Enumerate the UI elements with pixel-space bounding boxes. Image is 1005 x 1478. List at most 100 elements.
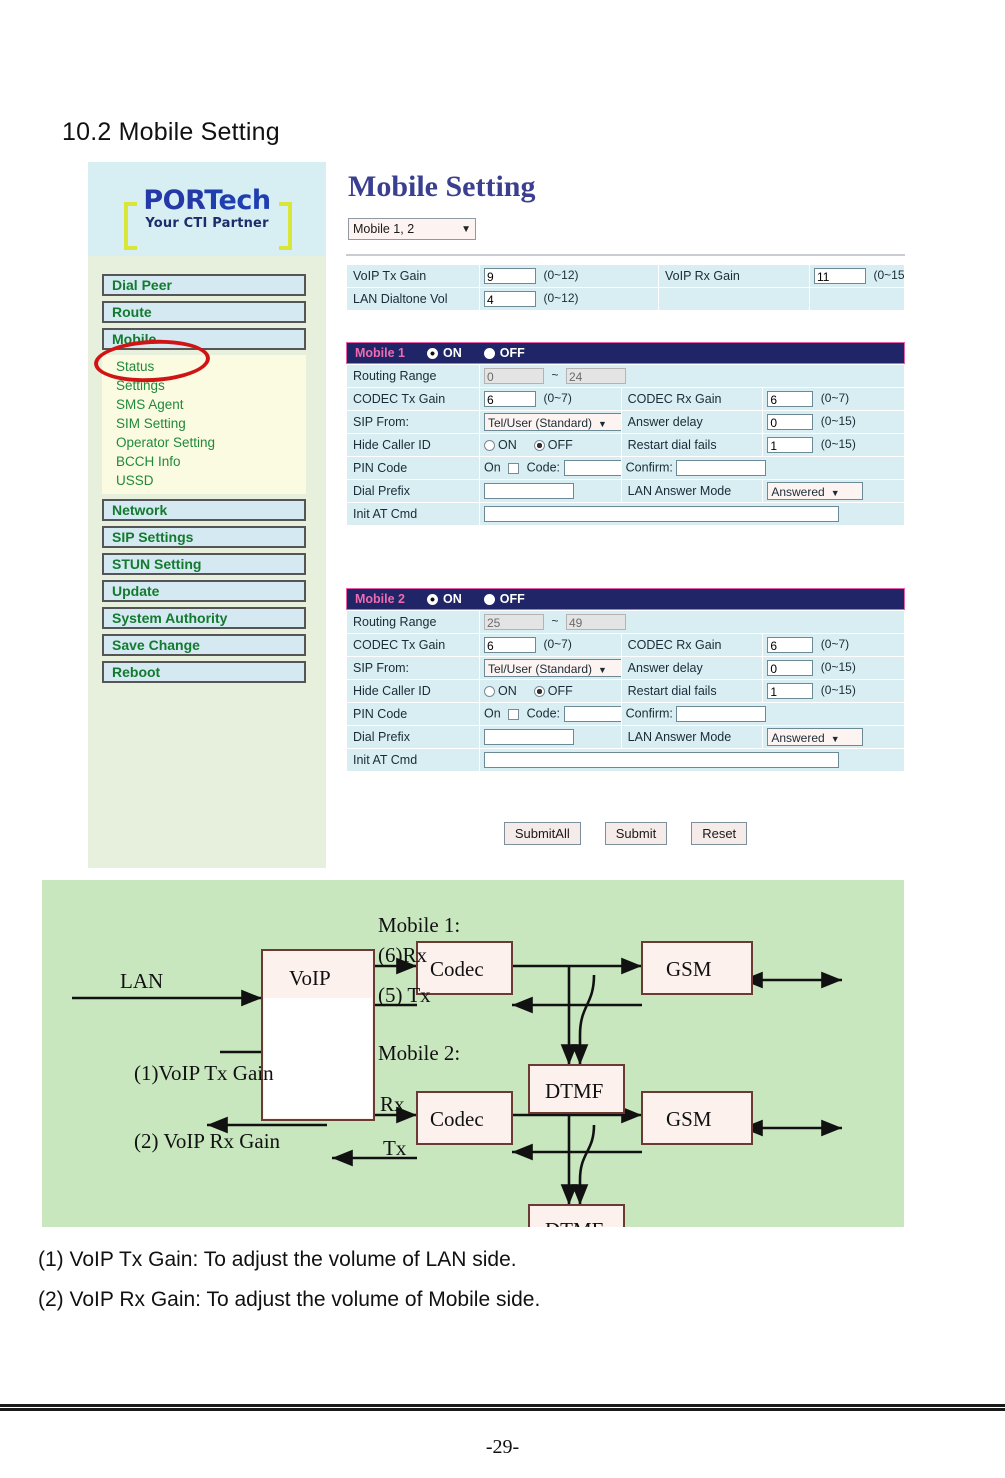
diagram-label-gsm2: GSM [666, 1107, 712, 1131]
mobile2-answer-delay-input[interactable]: 0 [767, 660, 814, 676]
sidebar-item-sip-settings[interactable]: SIP Settings [102, 526, 306, 548]
logo-tagline: Your CTI Partner [145, 216, 269, 231]
divider [346, 254, 905, 256]
mobile1-pin-cell: On Code: [479, 456, 622, 480]
mobile2-off-radio[interactable] [483, 593, 495, 605]
mobile2-pin-on-checkbox[interactable] [508, 708, 520, 720]
table-row: SIP From: Tel/User (Standard) ▼ Answer de… [346, 656, 905, 680]
sidebar-item-network[interactable]: Network [102, 499, 306, 521]
mobile2-pin-code-input[interactable] [563, 706, 621, 722]
footer-divider [0, 1404, 1005, 1411]
reset-button[interactable]: Reset [691, 822, 748, 845]
mobile1-dial-prefix-input[interactable] [484, 483, 574, 499]
lan-dialtone-vol-input[interactable]: 4 [484, 291, 536, 307]
sidebar-item-dial-peer[interactable]: Dial Peer [102, 274, 306, 296]
mobile2-restart-input[interactable]: 1 [767, 683, 814, 699]
mobile2-power-radios[interactable]: ON OFF [427, 592, 525, 606]
mobile1-power-radios[interactable]: ON OFF [427, 346, 525, 360]
sidebar-item-reboot[interactable]: Reboot [102, 661, 306, 683]
mobile2-init-at-cell [479, 748, 905, 772]
mobile2-pin-cell: On Code: [479, 702, 622, 726]
sidebar-item-stun-setting[interactable]: STUN Setting [102, 553, 306, 575]
diagram-label-mobile1: Mobile 1: [378, 913, 460, 937]
sidebar-item-label: Reboot [112, 664, 161, 680]
mobile1-sip-from-label: SIP From: [346, 410, 480, 434]
mobile2-pin-on-label: On [484, 706, 501, 721]
mobile2-hide-caller-off-radio[interactable] [533, 686, 545, 698]
sidebar-item-sms-agent[interactable]: SMS Agent [102, 395, 306, 414]
sidebar-item-operator-setting[interactable]: Operator Setting [102, 433, 306, 452]
mobile1-dial-prefix-cell [479, 479, 622, 503]
mobile1-pin-code-input[interactable] [563, 460, 621, 476]
empty-cell-b [809, 287, 905, 311]
sidebar-item-settings[interactable]: Settings [102, 376, 306, 395]
mobile1-init-at-cell [479, 502, 905, 526]
mobile1-restart-cell: 1 (0~15) [762, 433, 905, 457]
mobile1-routing-from-input[interactable]: 0 [484, 368, 544, 384]
mobile1-answer-delay-cell: 0 (0~15) [762, 410, 905, 434]
mobile2-sip-from-select[interactable]: Tel/User (Standard) ▼ [484, 659, 621, 677]
sidebar-item-system-authority[interactable]: System Authority [102, 607, 306, 629]
table-row: Hide Caller ID ON OFF Restart dial fails… [346, 679, 905, 703]
mobile1-answer-delay-label: Answer delay [620, 410, 764, 434]
mobile1-codec-rx-input[interactable]: 6 [767, 391, 814, 407]
mobile1-confirm-label: Confirm: [625, 460, 673, 475]
mobile2-codec-rx-cell: 6 (0~7) [762, 633, 905, 657]
sidebar-item-save-change[interactable]: Save Change [102, 634, 306, 656]
mobile1-routing-range-cell: 0 ~ 24 [479, 364, 905, 388]
mobile1-sip-from-cell: Tel/User (Standard) ▼ [479, 410, 622, 434]
mobile1-routing-range-label: Routing Range [346, 364, 480, 388]
sidebar-item-label: STUN Setting [112, 556, 202, 572]
mobile1-hide-caller-off-radio[interactable] [533, 440, 545, 452]
sidebar-item-label: SIP Settings [112, 529, 194, 545]
mobile2-codec-tx-input[interactable]: 6 [484, 637, 536, 653]
mobile1-off-radio[interactable] [483, 347, 495, 359]
mobile2-header: Mobile 2 ON OFF [346, 588, 905, 610]
mobile2-codec-rx-input[interactable]: 6 [767, 637, 814, 653]
mobile1-answer-delay-input[interactable]: 0 [767, 414, 814, 430]
mobile1-sip-from-select[interactable]: Tel/User (Standard) ▼ [484, 413, 621, 431]
mobile2-routing-from-input[interactable]: 25 [484, 614, 544, 630]
mobile2-answer-delay-label: Answer delay [620, 656, 764, 680]
mobile2-lan-answer-select[interactable]: Answered ▼ [767, 728, 864, 746]
mobile1-hide-caller-label: Hide Caller ID [346, 433, 480, 457]
mobile2-init-at-input[interactable] [484, 752, 839, 768]
mobile2-restart-label: Restart dial fails [620, 679, 764, 703]
sidebar-item-label: Mobile [112, 331, 157, 347]
mobile1-init-at-input[interactable] [484, 506, 839, 522]
mobile2-lan-answer-cell: Answered ▼ [762, 725, 905, 749]
voip-rx-gain-input[interactable]: 11 [814, 268, 866, 284]
voip-tx-gain-input[interactable]: 9 [484, 268, 536, 284]
mobile1-hide-caller-on-radio[interactable] [484, 440, 495, 452]
mobile1-on-radio[interactable] [427, 347, 439, 359]
sidebar-item-route[interactable]: Route [102, 301, 306, 323]
sidebar-item-ussd[interactable]: USSD [102, 471, 306, 490]
mobile1-lan-answer-label: LAN Answer Mode [620, 479, 764, 503]
sidebar-item-mobile[interactable]: Mobile [102, 328, 306, 350]
sidebar-item-bcch-info[interactable]: BCCH Info [102, 452, 306, 471]
mobile2-hide-caller-on-radio[interactable] [484, 686, 495, 698]
mobile1-pin-on-checkbox[interactable] [508, 462, 520, 474]
mobile1-answer-delay-range: (0~15) [820, 414, 856, 429]
logo-por: POR [143, 185, 205, 216]
mobile1-hide-caller-on-label: ON [498, 438, 517, 452]
sidebar-item-update[interactable]: Update [102, 580, 306, 602]
mobile1-confirm-input[interactable] [676, 460, 767, 476]
mobile2-dial-prefix-input[interactable] [484, 729, 574, 745]
mobile1-codec-tx-input[interactable]: 6 [484, 391, 536, 407]
mobile1-lan-answer-select[interactable]: Answered ▼ [767, 482, 864, 500]
mobile2-init-at-label: Init AT Cmd [346, 748, 480, 772]
sidebar-item-sim-setting[interactable]: SIM Setting [102, 414, 306, 433]
submit-button[interactable]: Submit [604, 822, 668, 845]
mobile2-confirm-input[interactable] [676, 706, 767, 722]
mobile1-routing-to-input[interactable]: 24 [565, 368, 626, 384]
mobile2-routing-to-input[interactable]: 49 [565, 614, 626, 630]
mobile2-on-radio[interactable] [427, 593, 439, 605]
submit-all-button[interactable]: SubmitAll [503, 822, 581, 845]
sidebar-item-status[interactable]: Status [102, 357, 306, 376]
mobile1-restart-input[interactable]: 1 [767, 437, 814, 453]
diagram-label-lan: LAN [120, 969, 163, 993]
mobile1-pin-on-label: On [484, 460, 501, 475]
mobile-submenu: Status Settings SMS Agent SIM Setting Op… [102, 355, 306, 494]
channel-select[interactable]: Mobile 1, 2 ▼ [348, 218, 476, 240]
